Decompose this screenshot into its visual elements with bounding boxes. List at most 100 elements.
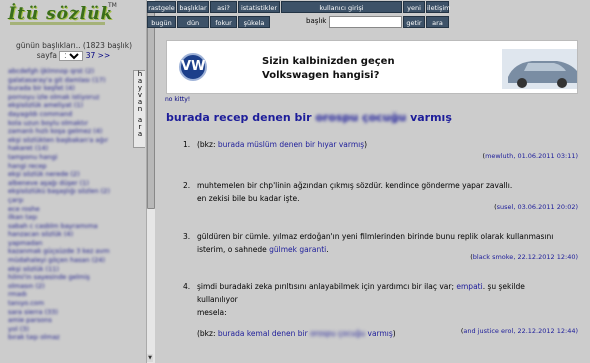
day-count: günün başlıkları.. (1823 başlık) bbox=[15, 41, 133, 50]
site-logo[interactable]: İtü sözlük TM bbox=[8, 2, 118, 28]
tab-hayvan-ara[interactable]: hayvanara bbox=[133, 70, 145, 148]
entry-date: , 01.06.2011 03:11) bbox=[513, 152, 578, 160]
nav-rastgele[interactable]: rastgele bbox=[147, 1, 176, 13]
topic-title[interactable]: burada recep denen bir orospu çocuğu var… bbox=[166, 111, 452, 124]
topic-list-item[interactable]: albeneve aşağı düşer (1) bbox=[8, 179, 132, 188]
entry-number: 2. bbox=[183, 181, 191, 190]
topic-list-item[interactable]: bırak taşı olmaz bbox=[8, 333, 132, 342]
page-select[interactable]: 1 bbox=[59, 51, 84, 61]
nav-kullanici-girisi[interactable]: kullanıcı girişi bbox=[281, 1, 402, 13]
title-text-pre: burada recep denen bir bbox=[166, 111, 312, 124]
author-link[interactable]: black smoke bbox=[473, 253, 514, 261]
topic-list-item[interactable]: olmasın (2) bbox=[8, 282, 132, 291]
topic-list-item[interactable]: hangi recep bbox=[8, 162, 132, 171]
topic-list-item[interactable]: hilmi'in sayesinde gelmiş bbox=[8, 273, 132, 282]
baslik-label: başlık bbox=[306, 17, 327, 25]
nav-istatistikler[interactable]: istatistikler bbox=[238, 1, 280, 13]
logo-underline bbox=[10, 22, 105, 25]
topic-list-item[interactable]: burada bir keşfet (4) bbox=[8, 84, 132, 93]
nav-bugun[interactable]: bugün bbox=[147, 16, 176, 28]
bkz-link[interactable]: gülmek garanti bbox=[269, 245, 326, 254]
topic-list-item[interactable]: abcdefgh ijklmnop qrst (2) bbox=[8, 67, 132, 76]
getir-button[interactable]: getir bbox=[403, 16, 425, 28]
topic-list: abcdefgh ijklmnop qrst (2) galatasaray'a … bbox=[8, 67, 132, 342]
nav-asi[interactable]: asi? bbox=[210, 1, 237, 13]
entry-text: isterim, o sahnede bbox=[197, 245, 267, 254]
topic-list-item[interactable]: dayagıldı command bbox=[8, 110, 132, 119]
nav-sukela[interactable]: şükela bbox=[238, 16, 270, 28]
topic-list-item[interactable]: hakaret (14) bbox=[8, 144, 132, 153]
entry-date: , 22.12.2012 12:44) bbox=[513, 327, 578, 335]
author-link[interactable]: mewluth bbox=[485, 152, 513, 160]
topic-list-item[interactable]: yol (3) bbox=[8, 325, 132, 334]
entry-3-author: (black smoke, 22.12.2012 12:40) bbox=[470, 253, 578, 261]
ad-headline-1: Sizin kalbinizden geçen bbox=[262, 56, 395, 67]
entry-date: , 03.06.2011 20:02) bbox=[513, 203, 578, 211]
topic-list-item[interactable]: ekşisözlük ameliyat (1) bbox=[8, 101, 132, 110]
topic-list-item[interactable]: zamanlı hızlı koşa gelmez (4) bbox=[8, 127, 132, 136]
title-censored: orospu çocuğu bbox=[315, 111, 407, 124]
topic-list-item[interactable]: sara sierra (33) bbox=[8, 308, 132, 317]
nav-basliklar[interactable]: başlıklar bbox=[177, 1, 209, 13]
bkz-link[interactable]: burada kemal denen bir orospu çocuğu var… bbox=[218, 329, 393, 338]
nav-dun[interactable]: dün bbox=[177, 16, 209, 28]
bkz-link[interactable]: empati bbox=[456, 282, 482, 291]
tab-letter: a bbox=[137, 130, 143, 138]
entry-date: , 22.12.2012 12:40) bbox=[513, 253, 578, 261]
bkz-link-end: varmış bbox=[367, 329, 393, 338]
topic-list-item[interactable]: tanıyo.com bbox=[8, 299, 132, 308]
entry-line: şimdi buradaki zeka pırıltısını anlayabi… bbox=[197, 280, 567, 306]
topic-list-item[interactable]: çarşı bbox=[8, 196, 132, 205]
topic-list-item[interactable]: sabah c casblm bayramıma bbox=[8, 222, 132, 231]
ad-banner[interactable]: VW Sizin kalbinizden geçen Volkswagen ha… bbox=[166, 40, 578, 94]
author-link[interactable]: and justice erol bbox=[463, 327, 513, 335]
entry-number: 4. bbox=[183, 282, 191, 291]
topic-list-item[interactable]: kazanmak güçsüzde 3 kez avm bbox=[8, 247, 132, 256]
bkz-link[interactable]: burada müslüm denen bir hıyar varmış bbox=[218, 140, 364, 149]
entry-line: güldüren bir cümle. yılmaz erdoğan'ın ye… bbox=[197, 232, 554, 241]
topic-list-item[interactable]: galatasaray'a git damlası (17) bbox=[8, 76, 132, 85]
topic-list-item[interactable]: rmadı bbox=[8, 290, 132, 299]
scroll-down-arrow[interactable]: ▼ bbox=[147, 354, 153, 362]
page-label: sayfa bbox=[36, 51, 57, 60]
nav-yeni[interactable]: yeni bbox=[403, 1, 425, 13]
bkz-close: ) bbox=[392, 329, 396, 338]
entry-4-author: (and justice erol, 22.12.2012 12:44) bbox=[460, 327, 578, 335]
entry-body: (bkz: burada müslüm denen bir hıyar varm… bbox=[197, 138, 567, 151]
topic-list-item[interactable]: yapmadan bbox=[8, 239, 132, 248]
topic-list-item[interactable]: müdahaleyi göçen hasan (24) bbox=[8, 256, 132, 265]
entry-number: 1. bbox=[183, 140, 191, 149]
entry-text: . bbox=[326, 245, 329, 254]
topic-list-item[interactable]: amie parsons bbox=[8, 316, 132, 325]
author-link[interactable]: susel bbox=[497, 203, 514, 211]
topic-list-item[interactable]: ekşi sözlük nerede (2) bbox=[8, 170, 132, 179]
entry-line: mesela: bbox=[197, 308, 227, 317]
bkz-close: ) bbox=[364, 140, 368, 149]
entry-1-author: (mewluth, 01.06.2011 03:11) bbox=[482, 152, 578, 160]
topic-list-item[interactable]: pornoyu izle olmak istiyoruz bbox=[8, 93, 132, 102]
no-kitty-link[interactable]: no kitty! bbox=[165, 96, 190, 103]
topic-list-item[interactable]: ilkan taşı bbox=[8, 213, 132, 222]
left-frame: İtü sözlük TM günün başlıkları.. (1823 b… bbox=[0, 0, 145, 363]
entry-line: muhtemelen bir chp'linin ağzından çıkmış… bbox=[197, 181, 513, 190]
topic-list-item[interactable]: ekşi sözlükten başbakan'a ağır bbox=[8, 136, 132, 145]
nav-fokur[interactable]: fokur bbox=[210, 16, 237, 28]
title-text-post: varmış bbox=[410, 111, 452, 124]
baslik-input[interactable] bbox=[329, 16, 402, 28]
entry-2-author: (susel, 03.06.2011 20:02) bbox=[494, 203, 578, 211]
nav-iletisim[interactable]: iletişim bbox=[426, 1, 451, 13]
topic-list-item[interactable]: ece roshe bbox=[8, 205, 132, 214]
topic-list-item[interactable]: kola uzun boylu olmaktır bbox=[8, 119, 132, 128]
entry-text: şimdi buradaki zeka pırıltısını anlayabi… bbox=[197, 282, 454, 291]
ara-button[interactable]: ara bbox=[426, 16, 449, 28]
topic-list-item[interactable]: ekşisözlükü başaşlığı sözlen (2) bbox=[8, 187, 132, 196]
tab-letter: n bbox=[137, 105, 143, 113]
bkz-open: (bkz: bbox=[197, 329, 216, 338]
bkz-open: (bkz: bbox=[197, 140, 216, 149]
page-next-link[interactable]: 37 >> bbox=[86, 51, 111, 60]
topic-list-item[interactable]: hanzacan sözlük (4) bbox=[8, 230, 132, 239]
topic-list-item[interactable]: tamponu hangi bbox=[8, 153, 132, 162]
entry-spacer bbox=[197, 319, 567, 327]
topic-list-item[interactable]: ekşi sözlük (11) bbox=[8, 265, 132, 274]
scroll-thumb[interactable] bbox=[147, 12, 155, 209]
